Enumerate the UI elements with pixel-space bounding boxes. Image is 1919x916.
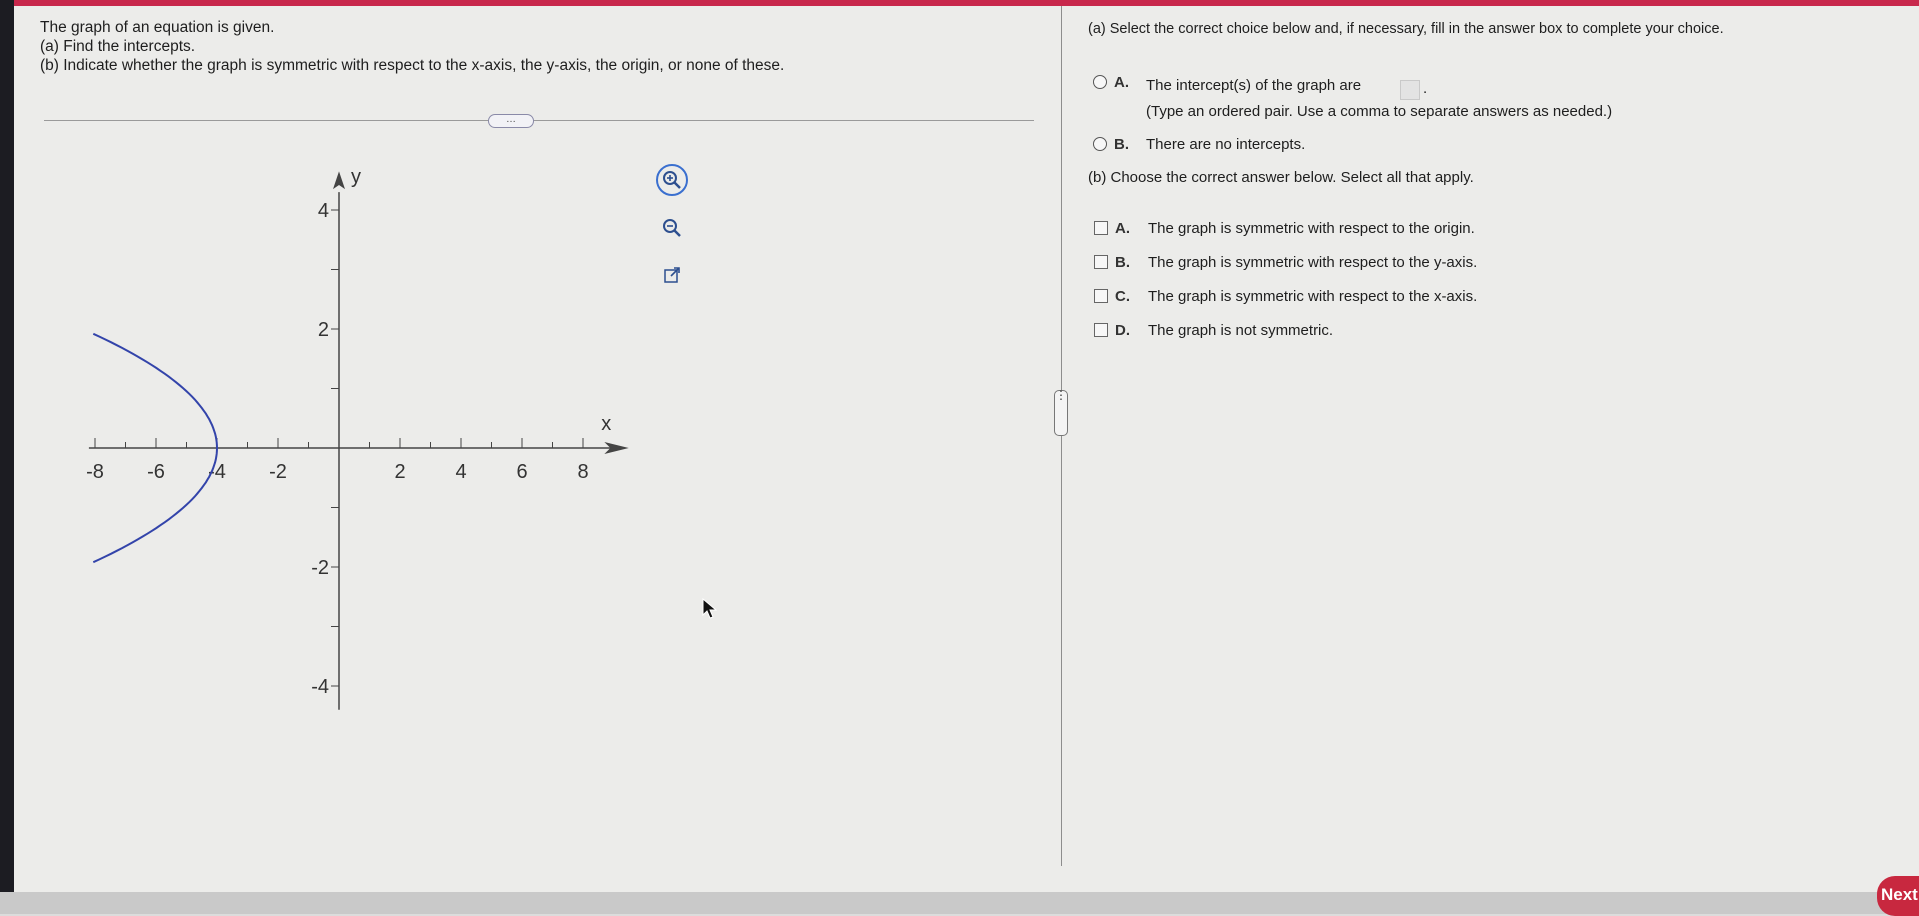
choice-a-period: . xyxy=(1423,80,1428,97)
x-tick-label: 4 xyxy=(455,461,466,483)
choice-b-text: There are no intercepts. xyxy=(1146,136,1306,153)
choice-b-radio[interactable] xyxy=(1093,137,1107,151)
pane-divider xyxy=(1061,6,1062,866)
expand-more-button[interactable]: … xyxy=(488,114,534,128)
pane-resize-handle[interactable]: ⋮ xyxy=(1054,389,1068,436)
symmetry-d-text: The graph is not symmetric. xyxy=(1148,322,1334,339)
part-a-prompt: (a) Select the correct choice below and,… xyxy=(1088,21,1724,37)
symmetry-none-checkbox[interactable] xyxy=(1094,323,1108,337)
x-tick-label: 6 xyxy=(516,461,527,483)
question-page: The graph of an equation is given. (a) F… xyxy=(14,6,1919,892)
choice-b-letter: B. xyxy=(1114,136,1129,153)
x-tick-label: 2 xyxy=(394,461,405,483)
y-tick-label: -4 xyxy=(311,676,329,698)
y-tick-label: -2 xyxy=(311,557,329,579)
x-tick-label: -6 xyxy=(147,461,165,483)
y-tick-label: 4 xyxy=(318,200,329,222)
question-intro: The graph of an equation is given. xyxy=(40,19,275,36)
symmetry-b-text: The graph is symmetric with respect to t… xyxy=(1148,254,1478,271)
choice-a-text: The intercept(s) of the graph are xyxy=(1146,77,1362,94)
symmetry-a-text: The graph is symmetric with respect to t… xyxy=(1148,220,1475,237)
question-part-a: (a) Find the intercepts. xyxy=(40,38,196,55)
part-b-prompt: (b) Choose the correct answer below. Sel… xyxy=(1088,169,1474,186)
mouse-cursor-icon xyxy=(702,598,718,619)
symmetry-x-axis-checkbox[interactable] xyxy=(1094,289,1108,303)
x-tick-label: -8 xyxy=(86,461,104,483)
x-tick-label: -2 xyxy=(269,461,287,483)
symmetry-c-letter: C. xyxy=(1115,288,1130,305)
intercepts-answer-box[interactable] xyxy=(1400,80,1420,100)
external-link-icon xyxy=(664,267,680,283)
choice-a-letter: A. xyxy=(1114,74,1129,91)
symmetry-b-letter: B. xyxy=(1115,254,1130,271)
symmetry-c-text: The graph is symmetric with respect to t… xyxy=(1148,288,1478,305)
zoom-out-icon xyxy=(663,219,681,237)
symmetry-a-letter: A. xyxy=(1115,220,1130,237)
choice-a-radio[interactable] xyxy=(1093,75,1107,89)
question-divider xyxy=(44,120,1034,121)
graph-plot: -8 -6 -4 -2 2 4 6 842-2-4xy xyxy=(86,166,629,710)
symmetry-d-letter: D. xyxy=(1115,322,1130,339)
y-tick-label: 2 xyxy=(318,319,329,341)
y-axis-arrow xyxy=(333,171,345,190)
x-axis-label: x xyxy=(601,413,611,435)
page-footer xyxy=(0,892,1919,914)
choice-a-hint: (Type an ordered pair. Use a comma to se… xyxy=(1146,103,1613,120)
y-axis-label: y xyxy=(351,166,361,188)
zoom-in-icon xyxy=(663,171,681,189)
next-button[interactable]: Next xyxy=(1877,876,1919,916)
symmetry-origin-checkbox[interactable] xyxy=(1094,221,1108,235)
symmetry-y-axis-checkbox[interactable] xyxy=(1094,255,1108,269)
x-tick-label: 8 xyxy=(577,461,588,483)
question-part-b: (b) Indicate whether the graph is symmet… xyxy=(40,57,785,74)
screen-bezel-left xyxy=(0,0,14,914)
